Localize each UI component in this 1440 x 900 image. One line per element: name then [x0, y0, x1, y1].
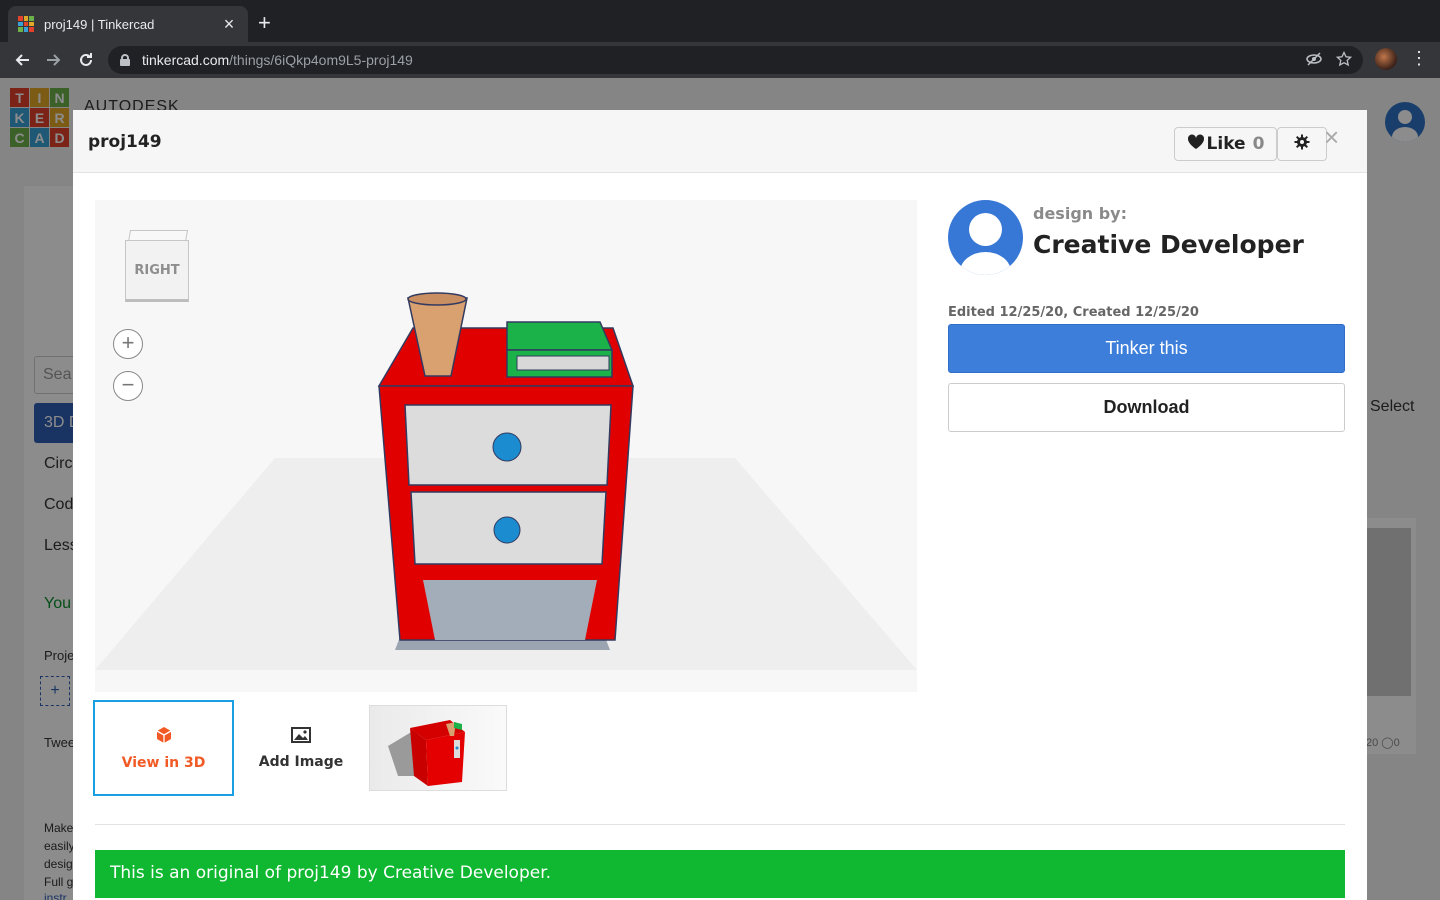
star-icon[interactable] [1335, 50, 1353, 71]
view-in-3d-label: View in 3D [121, 754, 206, 771]
author-avatar[interactable] [948, 200, 1023, 275]
browser-tab-bar: proj149 | Tinkercad × + [0, 0, 1440, 42]
design-by-label: design by: [1033, 204, 1128, 223]
settings-button[interactable] [1277, 127, 1327, 161]
3d-viewer[interactable]: RIGHT + − [95, 200, 917, 692]
viewcube-face-right[interactable]: RIGHT [125, 240, 189, 302]
add-image-label: Add Image [258, 753, 344, 770]
add-image-button[interactable]: Add Image [233, 700, 369, 796]
new-tab-button[interactable]: + [258, 12, 271, 34]
url-host: tinkercad.com [142, 52, 230, 68]
view-in-3d-button[interactable]: View in 3D [93, 700, 234, 796]
author-name[interactable]: Creative Developer [1033, 230, 1304, 259]
browser-tab[interactable]: proj149 | Tinkercad × [8, 6, 248, 42]
image-icon [291, 726, 311, 748]
url-path: /things/6iQkp4om9L5-proj149 [229, 52, 413, 68]
divider [95, 824, 1345, 825]
cube-icon [155, 726, 173, 749]
tinkercad-favicon [18, 16, 34, 32]
like-button[interactable]: Like 0 [1174, 127, 1277, 161]
profile-avatar[interactable] [1375, 48, 1397, 70]
forward-arrow-icon[interactable] [42, 48, 66, 72]
address-bar[interactable]: tinkercad.com/things/6iQkp4om9L5-proj149 [108, 46, 1363, 74]
back-arrow-icon[interactable] [10, 48, 34, 72]
original-banner: This is an original of proj149 by Creati… [95, 850, 1345, 898]
design-thumbnail[interactable] [369, 705, 507, 791]
tab-title: proj149 | Tinkercad [44, 16, 155, 32]
eye-off-icon[interactable] [1306, 51, 1322, 71]
gear-icon [1294, 134, 1310, 155]
modal-title: proj149 [88, 132, 162, 152]
viewcube[interactable]: RIGHT [125, 230, 191, 305]
close-tab-icon[interactable]: × [220, 14, 238, 35]
like-label: Like [1206, 134, 1246, 154]
lock-icon [120, 54, 130, 66]
design-modal: proj149 Like 0 × RIGHT + − View in 3D Ad… [73, 110, 1367, 900]
download-button[interactable]: Download [948, 383, 1345, 432]
zoom-in-button[interactable]: + [113, 329, 143, 359]
modal-header: proj149 Like 0 × [73, 110, 1367, 173]
nightstand-model [95, 292, 917, 670]
tinker-this-button[interactable]: Tinker this [948, 324, 1345, 373]
heart-icon [1187, 133, 1205, 155]
browser-toolbar: tinkercad.com/things/6iQkp4om9L5-proj149… [0, 42, 1440, 78]
like-count: 0 [1252, 134, 1265, 154]
close-icon[interactable]: × [1324, 124, 1339, 150]
zoom-out-button[interactable]: − [113, 371, 143, 401]
design-dates: Edited 12/25/20, Created 12/25/20 [948, 305, 1199, 320]
menu-dots-icon[interactable]: ⋮ [1410, 48, 1428, 69]
reload-icon[interactable] [74, 48, 98, 72]
